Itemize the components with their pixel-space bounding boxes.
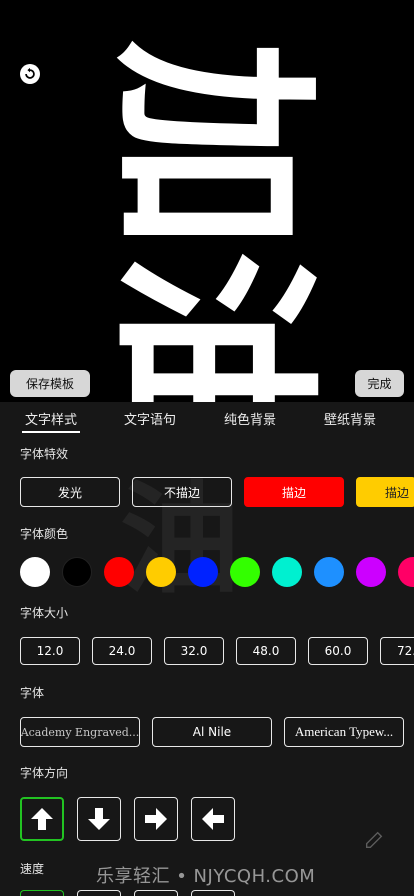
effect-glow[interactable]: 发光 bbox=[20, 477, 120, 507]
size-60[interactable]: 60.0 bbox=[308, 637, 368, 665]
save-template-button[interactable]: 保存模板 bbox=[10, 370, 90, 397]
effect-title: 字体特效 bbox=[20, 447, 69, 461]
direction-left-button[interactable] bbox=[191, 797, 235, 841]
arrow-down-icon bbox=[88, 808, 110, 830]
direction-right-button[interactable] bbox=[134, 797, 178, 841]
size-24[interactable]: 24.0 bbox=[92, 637, 152, 665]
direction-up-button[interactable] bbox=[20, 797, 64, 841]
font-al-nile[interactable]: Al Nile bbox=[152, 717, 272, 747]
pencil-icon[interactable] bbox=[356, 822, 392, 858]
speed-option-2[interactable] bbox=[77, 890, 121, 896]
style-panel: 油 文字样式 文字语句 纯色背景 壁纸背景 字体特效 发光 不描边 描边 描边 … bbox=[0, 402, 414, 896]
font-title: 字体 bbox=[20, 686, 45, 700]
size-title: 字体大小 bbox=[20, 606, 69, 620]
effect-no-stroke[interactable]: 不描边 bbox=[132, 477, 232, 507]
font-academy-engraved[interactable]: Academy Engraved... bbox=[20, 717, 140, 747]
color-blue[interactable] bbox=[188, 557, 218, 587]
color-pink[interactable] bbox=[398, 557, 414, 587]
arrow-up-icon bbox=[31, 808, 53, 830]
undo-icon bbox=[25, 67, 35, 79]
color-yellow[interactable] bbox=[146, 557, 176, 587]
ghost-preview: 油 bbox=[120, 471, 240, 610]
arrow-right-icon bbox=[145, 808, 167, 830]
color-green[interactable] bbox=[230, 557, 260, 587]
tab-text-style[interactable]: 文字样式 bbox=[21, 409, 81, 433]
color-title: 字体颜色 bbox=[20, 527, 69, 541]
effect-stroke-red[interactable]: 描边 bbox=[244, 477, 344, 507]
direction-title: 字体方向 bbox=[20, 766, 69, 780]
color-sky-blue[interactable] bbox=[314, 557, 344, 587]
watermark: 乐享轻汇 • NJYCQH.COM bbox=[96, 866, 316, 887]
text-preview: 加 油 保存模板 完成 bbox=[0, 0, 414, 402]
done-button[interactable]: 完成 bbox=[355, 370, 404, 397]
tab-text-phrases[interactable]: 文字语句 bbox=[124, 409, 176, 428]
color-cyan[interactable] bbox=[272, 557, 302, 587]
tab-wallpaper-background[interactable]: 壁纸背景 bbox=[324, 409, 376, 428]
size-12[interactable]: 12.0 bbox=[20, 637, 80, 665]
arrow-left-icon bbox=[202, 808, 224, 830]
effect-stroke-yellow[interactable]: 描边 bbox=[356, 477, 414, 507]
direction-down-button[interactable] bbox=[77, 797, 121, 841]
speed-title: 速度 bbox=[20, 862, 45, 876]
color-red[interactable] bbox=[104, 557, 134, 587]
undo-button[interactable] bbox=[20, 64, 40, 84]
size-72[interactable]: 72.0 bbox=[380, 637, 414, 665]
tab-solid-background[interactable]: 纯色背景 bbox=[224, 409, 276, 428]
speed-option-1[interactable] bbox=[20, 890, 64, 896]
color-black[interactable] bbox=[62, 557, 92, 587]
size-48[interactable]: 48.0 bbox=[236, 637, 296, 665]
preview-char-2: 油 bbox=[89, 249, 334, 402]
color-white[interactable] bbox=[20, 557, 50, 587]
speed-option-4[interactable] bbox=[191, 890, 235, 896]
speed-option-3[interactable] bbox=[134, 890, 178, 896]
color-purple[interactable] bbox=[356, 557, 386, 587]
tab-bar: 文字样式 文字语句 纯色背景 壁纸背景 bbox=[0, 409, 414, 435]
font-american-typewriter[interactable]: American Typew... bbox=[284, 717, 404, 747]
preview-char-1: 加 bbox=[89, 39, 334, 250]
size-32[interactable]: 32.0 bbox=[164, 637, 224, 665]
